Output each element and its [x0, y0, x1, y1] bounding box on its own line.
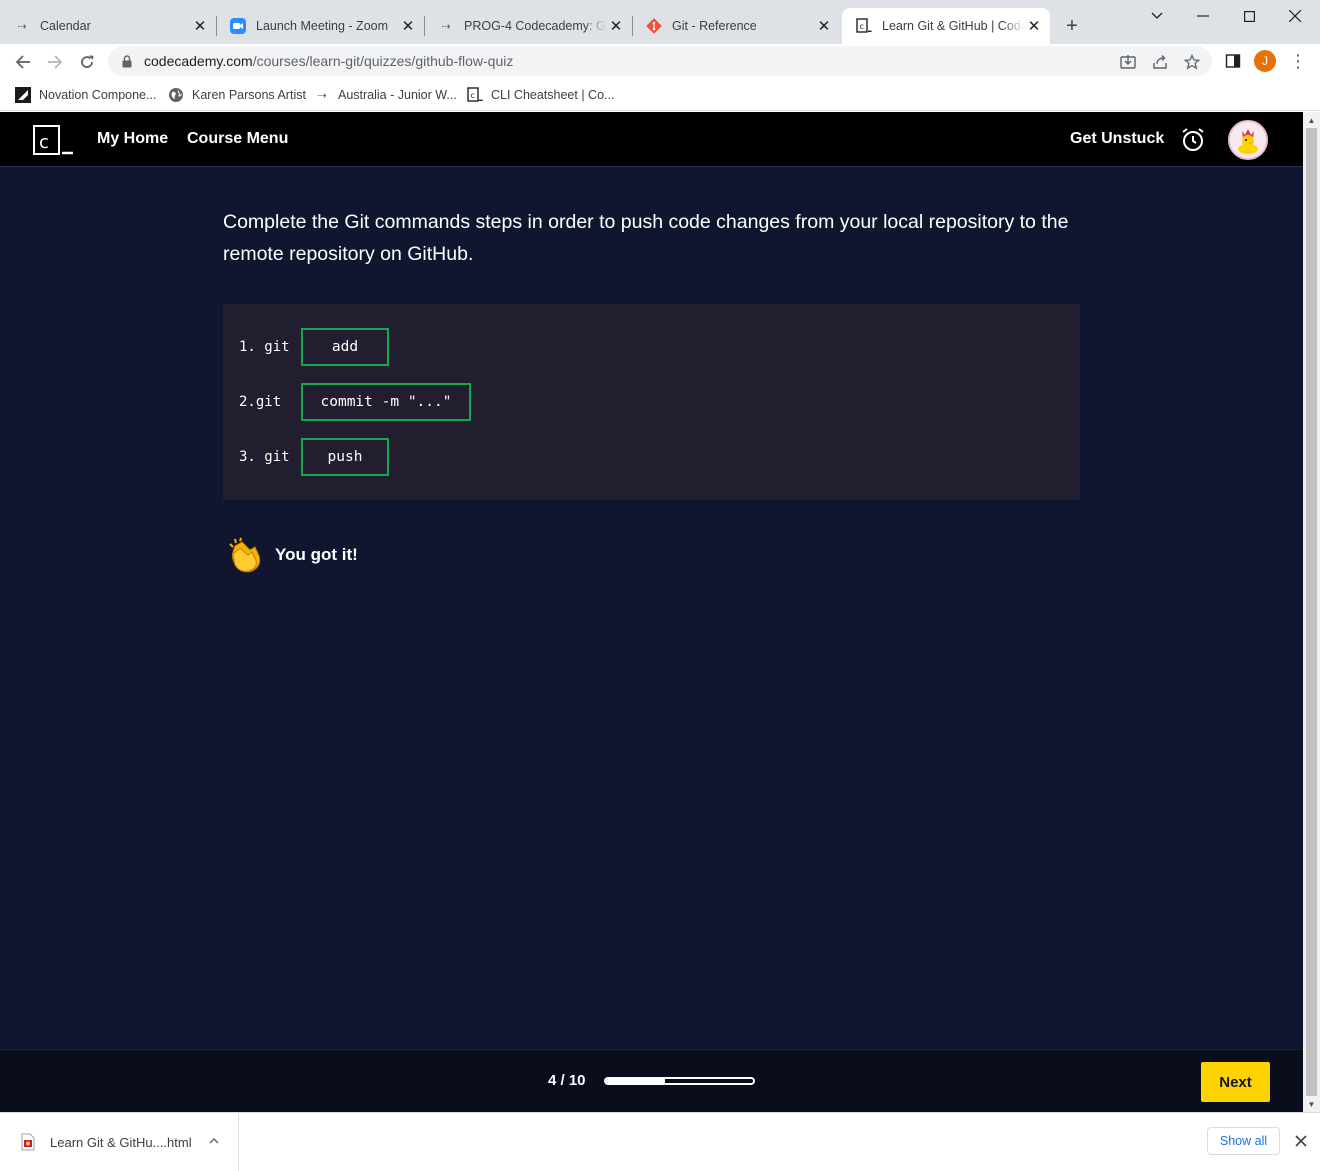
tab-title: Calendar	[40, 19, 91, 33]
answer-slot-add[interactable]: add	[301, 328, 389, 366]
close-tab-icon[interactable]: ✕	[1024, 16, 1044, 36]
bookmark-cli-cheatsheet[interactable]: c CLI Cheatsheet | Co...	[467, 85, 614, 105]
arrow-icon: ⇢	[317, 89, 327, 102]
share-icon[interactable]	[1151, 53, 1169, 71]
next-button[interactable]: Next	[1201, 1062, 1270, 1102]
tab-title: Launch Meeting - Zoom	[256, 19, 389, 33]
url-text: codecademy.com/courses/learn-git/quizzes…	[144, 53, 513, 69]
back-icon[interactable]	[9, 48, 37, 76]
git-icon	[646, 18, 662, 34]
tab-title: Git - Reference	[672, 19, 757, 33]
maximize-icon[interactable]	[1226, 4, 1272, 28]
arrow-icon: ⇢	[441, 20, 451, 33]
page-scrollbar[interactable]: ▲ ▼	[1303, 112, 1320, 1112]
url-domain: codecademy.com	[144, 53, 253, 69]
question-prompt: Complete the Git commands steps in order…	[223, 211, 1069, 265]
globe-icon	[168, 87, 184, 103]
bookmark-star-icon[interactable]	[1183, 53, 1201, 71]
address-bar[interactable]: codecademy.com/courses/learn-git/quizzes…	[108, 46, 1212, 76]
bookmark-karen-parsons[interactable]: Karen Parsons Artist	[168, 85, 306, 105]
step-label: 3. git	[239, 449, 290, 465]
bookmark-label: CLI Cheatsheet | Co...	[491, 88, 615, 102]
close-tab-icon[interactable]: ✕	[814, 16, 834, 36]
profile-avatar[interactable]: J	[1254, 50, 1276, 72]
tab-git-reference[interactable]: Git - Reference ✕	[632, 8, 840, 44]
step-row: 3. git push	[239, 438, 389, 476]
forward-icon[interactable]	[41, 48, 69, 76]
close-tab-icon[interactable]: ✕	[190, 16, 210, 36]
clapping-hands-icon	[226, 536, 264, 574]
svg-text:c: c	[471, 91, 475, 100]
new-tab-icon[interactable]: +	[1060, 14, 1084, 38]
bookmark-label: Karen Parsons Artist	[192, 88, 306, 102]
url-path: /courses/learn-git/quizzes/github-flow-q…	[252, 53, 514, 69]
codecademy-icon: c	[856, 18, 872, 34]
html-file-icon	[20, 1133, 36, 1151]
user-avatar[interactable]	[1228, 120, 1268, 160]
course-menu-link[interactable]: Course Menu	[187, 130, 288, 148]
codecademy-icon: c	[467, 87, 483, 103]
download-filename: Learn Git & GitHu....html	[50, 1134, 192, 1150]
chevron-up-icon[interactable]	[206, 1133, 222, 1149]
scrollbar-thumb[interactable]	[1306, 128, 1317, 1096]
menu-kebab-icon[interactable]: ⋮	[1288, 50, 1308, 72]
progress-fill	[606, 1079, 665, 1083]
svg-text:c: c	[39, 132, 49, 153]
minimize-icon[interactable]	[1180, 4, 1226, 28]
arrow-icon: ⇢	[17, 20, 27, 33]
answer-slot-commit[interactable]: commit -m "..."	[301, 383, 471, 421]
get-unstuck-button[interactable]: Get Unstuck	[1070, 130, 1164, 148]
progress-bar	[604, 1077, 755, 1085]
download-item[interactable]: Learn Git & GitHu....html	[20, 1132, 192, 1152]
tab-title: PROG-4 Codecademy: Git and	[464, 19, 606, 33]
quiz-footer: 4 / 10 Next	[0, 1049, 1303, 1112]
answer-slot-push[interactable]: push	[301, 438, 389, 476]
page-viewport: c My Home Course Menu Get Unstuck Comple…	[0, 112, 1303, 1112]
codecademy-logo[interactable]: c	[33, 125, 73, 155]
reload-icon[interactable]	[73, 48, 101, 76]
browser-tab-strip: ⇢ Calendar ✕ Launch Meeting - Zoom ✕ ⇢ P…	[0, 0, 1320, 44]
tab-title: Learn Git & GitHub | Codecademy	[882, 19, 1024, 33]
divider	[238, 1113, 239, 1171]
zoom-icon	[230, 18, 246, 34]
step-label: 2.git	[239, 394, 282, 410]
tab-prog4[interactable]: ⇢ PROG-4 Codecademy: Git and ✕	[424, 8, 632, 44]
close-tab-icon[interactable]: ✕	[606, 16, 626, 36]
tab-zoom[interactable]: Launch Meeting - Zoom ✕	[216, 8, 424, 44]
alarm-clock-icon[interactable]	[1181, 127, 1205, 153]
tab-learn-git[interactable]: c Learn Git & GitHub | Codecademy ✕	[842, 8, 1050, 44]
install-app-icon[interactable]	[1119, 53, 1137, 71]
browser-toolbar: codecademy.com/courses/learn-git/quizzes…	[0, 44, 1320, 79]
close-icon[interactable]	[1292, 1131, 1310, 1151]
step-label: 1. git	[239, 339, 290, 355]
close-window-icon[interactable]	[1272, 4, 1318, 28]
site-header: c My Home Course Menu Get Unstuck	[0, 112, 1303, 167]
bookmark-label: Novation Compone...	[39, 88, 157, 102]
tab-calendar[interactable]: ⇢ Calendar ✕	[0, 8, 216, 44]
bookmark-label: Australia - Junior W...	[338, 88, 457, 102]
code-steps-panel: 1. git add 2.git commit -m "..." 3. git …	[223, 304, 1080, 500]
scroll-down-icon[interactable]: ▼	[1303, 1096, 1320, 1112]
progress-counter: 4 / 10	[548, 1072, 586, 1089]
side-panel-icon[interactable]	[1224, 52, 1242, 70]
show-all-button[interactable]: Show all	[1207, 1127, 1280, 1155]
bookmarks-bar: Novation Compone... Karen Parsons Artist…	[0, 79, 1320, 111]
download-bar: Learn Git & GitHu....html Show all	[0, 1112, 1320, 1171]
novation-icon	[15, 87, 31, 103]
close-tab-icon[interactable]: ✕	[398, 16, 418, 36]
lock-icon	[120, 54, 134, 68]
step-row: 2.git commit -m "..."	[239, 383, 471, 421]
bookmark-novation[interactable]: Novation Compone...	[15, 85, 156, 105]
svg-text:c: c	[860, 22, 864, 31]
scroll-up-icon[interactable]: ▲	[1303, 112, 1320, 128]
bookmark-australia[interactable]: ⇢ Australia - Junior W...	[314, 85, 457, 105]
feedback-text: You got it!	[275, 545, 358, 564]
step-row: 1. git add	[239, 328, 389, 366]
feedback-message: You got it!	[226, 536, 358, 574]
my-home-link[interactable]: My Home	[97, 130, 168, 148]
tab-search-icon[interactable]	[1134, 4, 1180, 28]
